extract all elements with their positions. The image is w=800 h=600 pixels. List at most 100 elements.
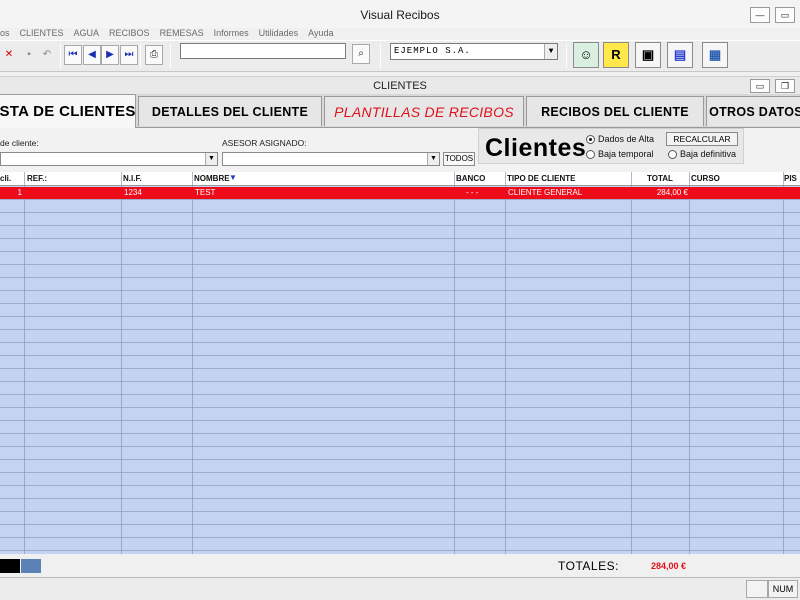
status-bar: NUM <box>0 577 800 600</box>
row-divider <box>0 251 800 252</box>
row-divider <box>0 329 800 330</box>
client-type-select[interactable]: ▼ <box>0 152 218 166</box>
recalculate-button[interactable]: RECALCULAR <box>666 132 738 146</box>
table-row[interactable]: 1 1234 TEST - - - CLIENTE GENERAL 284,00… <box>0 187 800 199</box>
advisor-label: ASESOR ASIGNADO: <box>222 138 307 148</box>
tab-otros-datos[interactable]: OTROS DATOS <box>706 96 800 126</box>
row-divider <box>0 537 800 538</box>
cell-nombre: TEST <box>195 188 216 197</box>
cell-banco: - - - <box>466 188 479 197</box>
chevron-down-icon[interactable]: ▼ <box>205 153 217 165</box>
radio-baja-temporal[interactable]: Baja temporal <box>586 149 654 159</box>
menu-item-ayuda[interactable]: Ayuda <box>308 26 333 40</box>
previous-record-icon[interactable]: ◀ <box>83 45 101 65</box>
row-divider <box>0 511 800 512</box>
chevron-down-icon[interactable]: ▼ <box>427 153 439 165</box>
sub-restore-icon[interactable]: ❐ <box>775 79 795 93</box>
row-divider <box>0 381 800 382</box>
last-record-icon[interactable]: ⏭ <box>120 45 138 65</box>
tab-recibos-cliente[interactable]: RECIBOS DEL CLIENTE <box>526 96 704 126</box>
menu-item-informes[interactable]: Informes <box>214 26 249 40</box>
undo-icon[interactable]: ↶ <box>38 45 56 65</box>
table-header: cli. REF.: N.I.F. NOMBRE ▼ BANCO TIPO DE… <box>0 172 800 186</box>
menu-item-agua[interactable]: AGUA <box>74 26 100 40</box>
column-header-tipo[interactable]: TIPO DE CLIENTE <box>507 174 575 183</box>
documents-icon[interactable]: ▤ <box>667 42 693 68</box>
find-icon[interactable]: ⌕ <box>352 44 370 64</box>
column-header-ref[interactable]: REF.: <box>27 174 47 183</box>
title-bar: Visual Recibos — ▭ <box>0 0 800 28</box>
exit-icon[interactable]: ✕ <box>0 45 18 65</box>
subwindow-title-bar: CLIENTES ▭ ❐ <box>0 76 800 94</box>
tab-lista-clientes[interactable]: ISTA DE CLIENTES <box>0 94 136 128</box>
blue-swatch[interactable] <box>21 559 41 573</box>
panel-heading: Clientes <box>485 134 587 162</box>
radio-dados-alta[interactable]: Dados de Alta <box>586 134 654 144</box>
cell-nif: 1234 <box>124 188 142 197</box>
calculator-icon[interactable]: ▦ <box>702 42 728 68</box>
table-footer: TOTALES: 284,00 € <box>0 554 800 576</box>
row-divider <box>0 212 800 213</box>
save-icon[interactable]: ▪ <box>20 45 38 65</box>
row-divider <box>0 225 800 226</box>
window-title: Visual Recibos <box>360 8 440 22</box>
status-cell <box>746 580 768 598</box>
column-divider <box>24 172 25 554</box>
column-header-total[interactable]: TOTAL <box>647 174 673 183</box>
all-advisors-button[interactable]: TODOS <box>443 152 475 166</box>
menu-item-clientes[interactable]: CLIENTES <box>20 26 64 40</box>
column-header-cli[interactable]: cli. <box>0 174 11 183</box>
row-divider <box>0 394 800 395</box>
menu-bar: os CLIENTES AGUA RECIBOS REMESAS Informe… <box>0 26 800 40</box>
menu-item-recibos[interactable]: RECIBOS <box>109 26 150 40</box>
column-header-banco[interactable]: BANCO <box>456 174 485 183</box>
minimize-icon[interactable]: — <box>750 7 770 23</box>
toolbar-separator <box>140 44 141 68</box>
num-lock-indicator: NUM <box>768 580 798 598</box>
row-divider <box>0 316 800 317</box>
radio-baja-definitiva[interactable]: Baja definitiva <box>668 149 736 159</box>
clients-table[interactable]: cli. REF.: N.I.F. NOMBRE ▼ BANCO TIPO DE… <box>0 172 800 554</box>
sub-minimize-icon[interactable]: ▭ <box>750 79 770 93</box>
tab-plantillas-recibos[interactable]: PLANTILLAS DE RECIBOS <box>324 96 524 126</box>
row-divider <box>0 368 800 369</box>
row-divider <box>0 199 800 200</box>
subwindow-title: CLIENTES <box>373 80 427 92</box>
row-divider <box>0 459 800 460</box>
toolbar-separator <box>566 44 567 68</box>
contact-icon[interactable]: ☺ <box>573 42 599 68</box>
first-record-icon[interactable]: ⏮ <box>64 45 82 65</box>
menu-item-remesas[interactable]: REMESAS <box>160 26 204 40</box>
maximize-icon[interactable]: ▭ <box>775 7 795 23</box>
toolbar-separator <box>380 44 381 68</box>
row-divider <box>0 238 800 239</box>
row-divider <box>0 277 800 278</box>
black-swatch[interactable] <box>0 559 20 573</box>
column-divider <box>689 172 690 554</box>
column-divider <box>192 172 193 554</box>
row-divider <box>0 472 800 473</box>
menu-item-utilidades[interactable]: Utilidades <box>259 26 299 40</box>
tab-detalles-cliente[interactable]: DETALLES DEL CLIENTE <box>138 96 322 126</box>
column-header-nombre[interactable]: NOMBRE <box>194 174 230 183</box>
advisor-select[interactable]: ▼ <box>222 152 440 166</box>
totals-label: TOTALES: <box>558 559 619 573</box>
column-header-pis[interactable]: PIS <box>784 174 797 183</box>
radio-checked-icon <box>586 134 595 144</box>
search-input[interactable] <box>180 43 346 59</box>
next-record-icon[interactable]: ▶ <box>101 45 119 65</box>
chevron-down-icon[interactable]: ▼ <box>544 44 557 59</box>
tab-bar: ISTA DE CLIENTES DETALLES DEL CLIENTE PL… <box>0 94 800 128</box>
column-header-curso[interactable]: CURSO <box>691 174 720 183</box>
company-select-value: EJEMPLO S.A. <box>394 46 471 56</box>
receipt-icon[interactable]: R <box>603 42 629 68</box>
row-divider <box>0 524 800 525</box>
row-divider <box>0 303 800 304</box>
disk-icon[interactable]: ▣ <box>635 42 661 68</box>
company-select[interactable]: EJEMPLO S.A. ▼ <box>390 43 558 60</box>
cell-tipo: CLIENTE GENERAL <box>508 188 583 197</box>
menu-item-archivos[interactable]: os <box>0 26 10 40</box>
column-header-nif[interactable]: N.I.F. <box>123 174 142 183</box>
sort-descending-icon[interactable]: ▼ <box>229 173 237 182</box>
print-icon[interactable]: ⎙ <box>145 45 163 65</box>
